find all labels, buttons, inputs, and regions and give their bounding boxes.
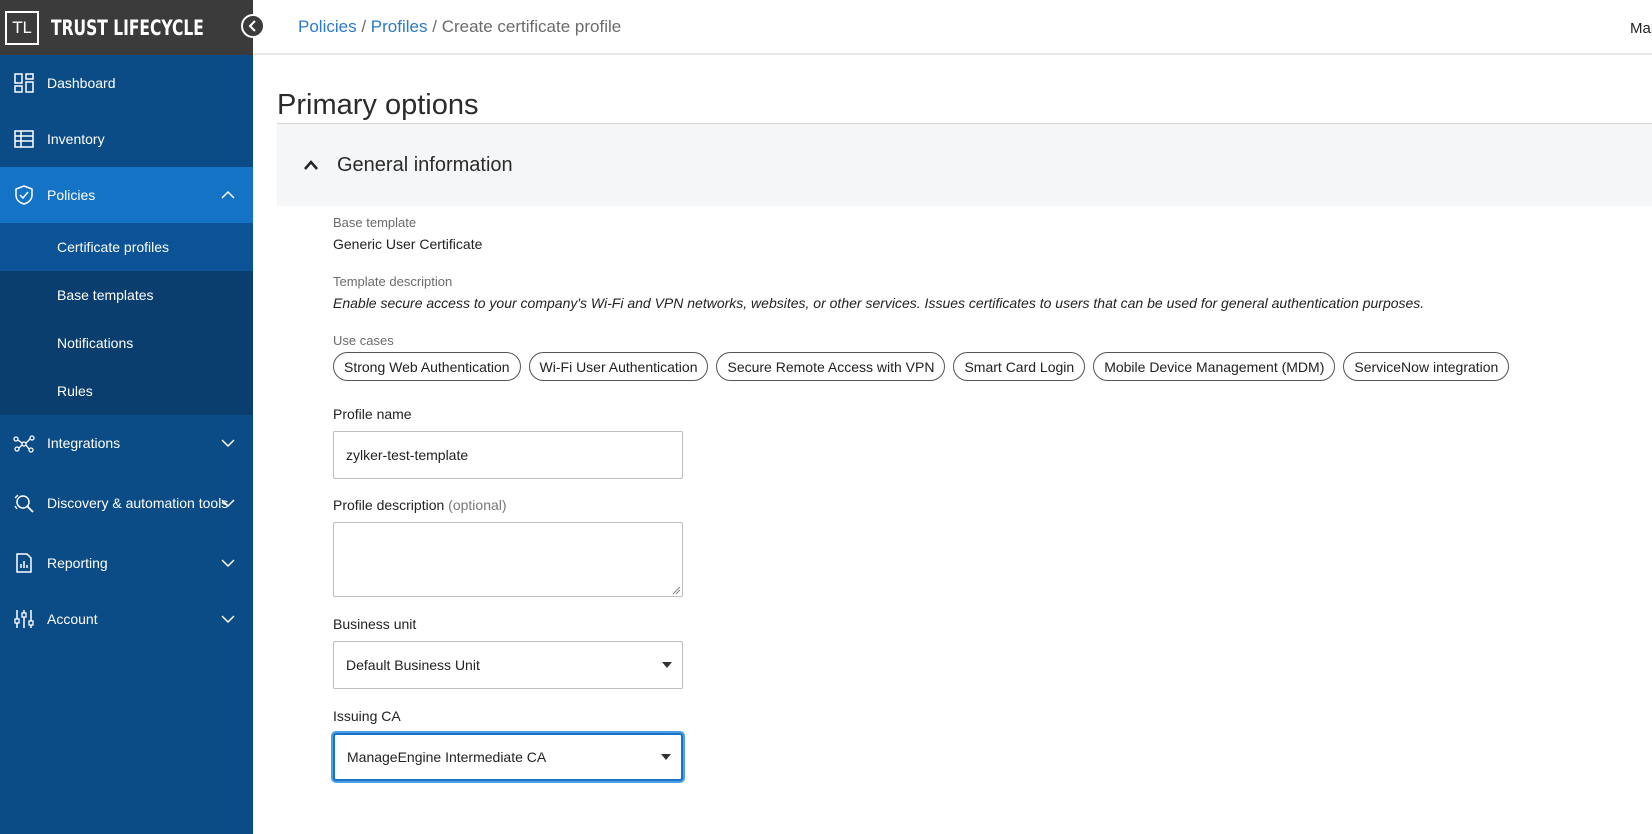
collapse-sidebar-button[interactable] — [241, 14, 265, 38]
profile-description-label-text: Profile description — [333, 497, 445, 513]
breadcrumb-current: Create certificate profile — [441, 17, 622, 36]
account-icon — [0, 608, 47, 630]
use-case-chip: Strong Web Authentication — [333, 352, 521, 381]
general-information-header[interactable]: General information — [277, 124, 1652, 206]
integrations-icon — [0, 432, 47, 454]
sidebar-item-dashboard[interactable]: Dashboard — [0, 55, 253, 111]
reporting-icon — [0, 552, 47, 574]
top-bar: Policies / Profiles / Create certificate… — [253, 0, 1652, 55]
use-case-chip: Wi-Fi User Authentication — [528, 352, 709, 381]
sidebar-item-label: Dashboard — [47, 75, 116, 91]
use-cases-list: Strong Web Authentication Wi-Fi User Aut… — [333, 352, 1652, 381]
brand-logo[interactable]: TL — [5, 10, 39, 45]
profile-description-label: Profile description (optional) — [333, 497, 1652, 513]
chevron-down-icon — [221, 439, 235, 448]
brand-name: TRUST LIFECYCLE — [51, 15, 204, 40]
profile-name-value: zylker-test-template — [346, 447, 469, 463]
breadcrumb-separator: / — [432, 17, 437, 36]
optional-hint: (optional) — [448, 497, 507, 513]
use-case-chip: ServiceNow integration — [1343, 352, 1510, 381]
chevron-up-icon — [301, 159, 321, 171]
caret-down-icon — [662, 662, 672, 668]
chevron-left-icon — [248, 20, 256, 32]
brand-bar: TL TRUST LIFECYCLE — [0, 0, 253, 55]
breadcrumb-profiles-link[interactable]: Profiles — [371, 17, 428, 36]
chevron-down-icon — [221, 559, 235, 568]
chevron-up-icon — [221, 190, 235, 199]
policies-submenu: Certificate profiles Base templates Noti… — [0, 223, 253, 415]
main-content: Primary options General information Base… — [277, 55, 1652, 834]
user-menu[interactable]: Mar — [1630, 20, 1652, 37]
sidebar-subitem-base-templates[interactable]: Base templates — [0, 271, 253, 319]
sidebar-item-integrations[interactable]: Integrations — [0, 415, 253, 471]
issuing-ca-select[interactable]: ManageEngine Intermediate CA — [333, 733, 683, 781]
page-title: Primary options — [277, 89, 479, 121]
resize-grip-icon[interactable] — [672, 586, 681, 595]
sidebar-item-policies[interactable]: Policies — [0, 167, 253, 223]
caret-down-icon — [661, 754, 671, 760]
sidebar-item-inventory[interactable]: Inventory — [0, 111, 253, 167]
sidebar-item-reporting[interactable]: Reporting — [0, 535, 253, 591]
breadcrumb-policies-link[interactable]: Policies — [298, 17, 357, 36]
base-template-value: Generic User Certificate — [333, 236, 483, 252]
sidebar: TL TRUST LIFECYCLE Dashboard Inventory P… — [0, 0, 265, 834]
sidebar-subitem-rules[interactable]: Rules — [0, 367, 253, 415]
business-unit-label: Business unit — [333, 616, 417, 632]
sidebar-item-label: Inventory — [47, 131, 105, 147]
issuing-ca-value: ManageEngine Intermediate CA — [347, 749, 547, 765]
breadcrumb: Policies / Profiles / Create certificate… — [298, 17, 621, 37]
inventory-icon — [0, 128, 47, 150]
profile-name-label: Profile name — [333, 406, 412, 422]
business-unit-value: Default Business Unit — [346, 657, 480, 673]
breadcrumb-separator: / — [361, 17, 367, 36]
shield-icon — [0, 184, 47, 206]
profile-name-input[interactable]: zylker-test-template — [333, 431, 683, 479]
section-title: General information — [337, 153, 513, 176]
sidebar-subitem-certificate-profiles[interactable]: Certificate profiles — [0, 223, 253, 271]
business-unit-select[interactable]: Default Business Unit — [333, 641, 683, 689]
general-information-body: Base template Generic User Certificate T… — [333, 215, 1652, 781]
use-case-chip: Mobile Device Management (MDM) — [1093, 352, 1336, 381]
discovery-icon — [0, 492, 47, 514]
chevron-down-icon — [221, 499, 235, 508]
use-cases-label: Use cases — [333, 333, 394, 348]
template-description-value: Enable secure access to your company's W… — [333, 295, 1425, 311]
base-template-label: Base template — [333, 215, 417, 230]
dashboard-icon — [0, 72, 47, 94]
use-case-chip: Smart Card Login — [953, 352, 1086, 381]
use-case-chip: Secure Remote Access with VPN — [716, 352, 946, 381]
chevron-down-icon — [221, 615, 235, 624]
sidebar-item-account[interactable]: Account — [0, 591, 253, 647]
profile-description-textarea[interactable] — [333, 522, 683, 597]
template-description-label: Template description — [333, 274, 453, 289]
sidebar-item-discovery[interactable]: Discovery & automation tools — [0, 471, 253, 535]
sidebar-subitem-notifications[interactable]: Notifications — [0, 319, 253, 367]
issuing-ca-label: Issuing CA — [333, 708, 401, 724]
